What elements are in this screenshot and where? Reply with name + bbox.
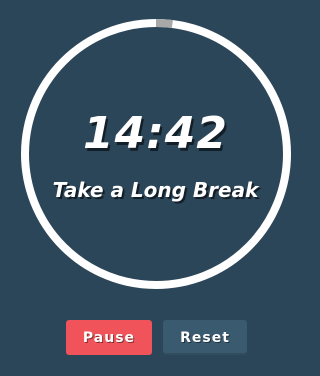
reset-button[interactable]: Reset: [163, 320, 247, 355]
timer-display: 14:42: [82, 108, 229, 159]
session-label: Take a Long Break: [52, 178, 259, 202]
timer-app: 14:42 Take a Long Break Pause Reset: [0, 0, 311, 376]
pause-button[interactable]: Pause: [66, 320, 152, 355]
